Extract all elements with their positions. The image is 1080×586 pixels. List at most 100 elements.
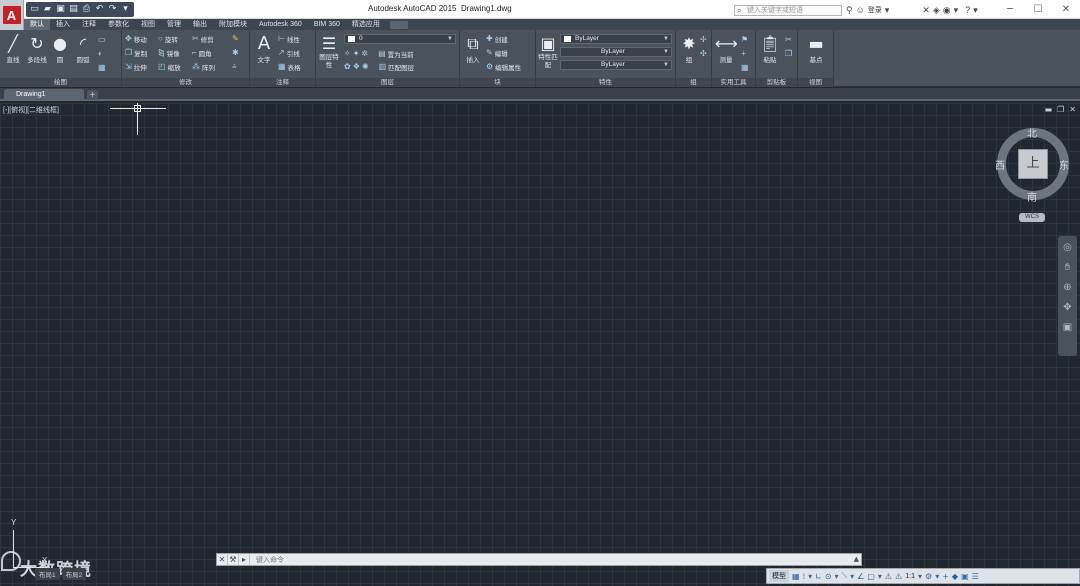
linetype-dropdown[interactable]: ByLayer ▼ xyxy=(560,47,672,57)
panel-title-block[interactable]: 块 xyxy=(460,78,535,87)
new-file-icon[interactable]: ▭ xyxy=(29,4,40,15)
match-properties-tool[interactable]: ▣ 特性匹配 xyxy=(537,34,559,70)
orbit-icon[interactable]: ✥ xyxy=(1061,301,1075,315)
scale-tool[interactable]: ◰ 缩放 xyxy=(158,61,181,72)
text-tool[interactable]: A 文字 xyxy=(253,34,275,65)
base-view-tool[interactable]: ▬ 基点 xyxy=(805,34,827,64)
panel-title-view[interactable]: 视图 xyxy=(798,78,833,87)
erase-tool[interactable]: ✎ xyxy=(232,33,239,44)
ribbon-toggle-button[interactable] xyxy=(389,21,408,29)
command-line[interactable]: ✕ ⚒ ▸ 键入命令 ▲ xyxy=(216,553,862,566)
dropdown-arrow-icon[interactable]: ▾ xyxy=(808,572,812,581)
auto-scale-icon[interactable]: ⚠ xyxy=(895,572,902,581)
application-menu-button[interactable]: A xyxy=(0,0,24,30)
object-snap-icon[interactable]: ▢ xyxy=(867,572,875,581)
exchange-icon[interactable]: ✕ xyxy=(922,5,930,16)
ortho-icon[interactable]: ∟ xyxy=(815,572,822,581)
layer-isolate-icon[interactable]: ✦ xyxy=(353,49,360,58)
dropdown-arrow-icon[interactable]: ▾ xyxy=(935,572,939,581)
panel-title-clipboard[interactable]: 剪贴板 xyxy=(756,78,797,87)
viewport-minimize-icon[interactable]: ▬ xyxy=(1045,105,1053,114)
explode-tool[interactable]: ✱ xyxy=(232,47,239,58)
save-as-icon[interactable]: ▤ xyxy=(68,4,79,15)
command-customize-icon[interactable]: ⚒ xyxy=(228,554,239,565)
command-history-arrow-icon[interactable]: ▲ xyxy=(854,555,859,563)
mirror-tool[interactable]: ⧎ 镜像 xyxy=(158,47,180,58)
tab-output[interactable]: 输出 xyxy=(187,19,213,30)
panel-title-layers[interactable]: 图层 xyxy=(316,78,459,87)
layer-dropdown[interactable]: 0 ▼ xyxy=(344,34,456,44)
compass-west[interactable]: 西 xyxy=(995,157,1005,172)
viewcube-top-face[interactable]: 上 xyxy=(1018,149,1048,179)
offset-tool[interactable]: ⩮ xyxy=(232,61,237,72)
panel-title-groups[interactable]: 组 xyxy=(676,78,711,87)
trim-tool[interactable]: ✂ 修剪 xyxy=(192,33,214,44)
dropdown-arrow-icon[interactable]: ▾ xyxy=(835,572,839,581)
panel-title-utilities[interactable]: 实用工具 xyxy=(712,78,755,87)
panel-title-annotation[interactable]: 注释 xyxy=(250,78,315,87)
stay-connected-icon[interactable]: ◉ xyxy=(943,5,951,16)
layer-off-icon[interactable]: ✧ xyxy=(344,49,351,58)
pan-icon[interactable]: ✋︎ xyxy=(1061,261,1075,275)
save-icon[interactable]: ▣ xyxy=(55,4,66,15)
rectangle-tool[interactable]: ▭ xyxy=(98,34,106,45)
redo-icon[interactable]: ↷ xyxy=(107,4,118,15)
dropdown-arrow-icon[interactable]: ▾ xyxy=(850,572,854,581)
tab-autodesk-360[interactable]: Autodesk 360 xyxy=(253,19,308,30)
quick-select-tool[interactable]: ⚑ xyxy=(741,34,748,45)
paste-tool[interactable]: 📋︎ 粘贴 xyxy=(759,34,781,64)
measure-tool[interactable]: ⟷ 测量 xyxy=(715,34,738,64)
compass-north[interactable]: 北 xyxy=(1027,125,1037,140)
arc-tool[interactable]: ◜ 圆弧 xyxy=(72,34,94,64)
annotation-visibility-icon[interactable]: ⚠ xyxy=(885,572,892,581)
close-icon[interactable]: ✕ xyxy=(1052,0,1080,19)
edit-attributes-tool[interactable]: ⚙ 编辑属性 xyxy=(486,61,521,72)
plus-icon[interactable]: + xyxy=(942,572,949,581)
cut-tool[interactable]: ✂ xyxy=(785,34,792,45)
dropdown-arrow-icon[interactable]: ▾ xyxy=(878,572,882,581)
table-tool[interactable]: ▦ 表格 xyxy=(278,61,301,72)
group-edit-tool[interactable]: ✣ xyxy=(700,48,707,59)
wcs-menu[interactable]: WCS xyxy=(1019,213,1045,222)
create-block-tool[interactable]: ✚ 创建 xyxy=(486,33,508,44)
panel-title-properties[interactable]: 特性 xyxy=(536,78,675,87)
panel-title-modify[interactable]: 修改 xyxy=(122,78,249,87)
edit-block-tool[interactable]: ✎ 编辑 xyxy=(486,47,508,58)
copy-clip-tool[interactable]: ❐ xyxy=(785,48,792,59)
showmotion-icon[interactable]: ▣ xyxy=(1061,321,1075,335)
compass-east[interactable]: 东 xyxy=(1059,157,1069,172)
rotate-tool[interactable]: ○ 旋转 xyxy=(158,33,178,44)
stretch-tool[interactable]: ⇲ 拉伸 xyxy=(125,61,147,72)
annotation-scale[interactable]: 1:1 xyxy=(905,573,915,580)
calculator-tool[interactable]: ▦ xyxy=(741,62,749,73)
layer-properties-tool[interactable]: ☰ 图层特性 xyxy=(318,34,340,70)
panel-title-draw[interactable]: 绘图 xyxy=(0,78,121,87)
tab-home[interactable]: 默认 xyxy=(24,19,50,30)
move-tool[interactable]: ✥ 移动 xyxy=(125,33,147,44)
tab-parametric[interactable]: 参数化 xyxy=(102,19,135,30)
viewcube[interactable]: 上 北 南 东 西 xyxy=(995,125,1071,204)
workspace-gear-icon[interactable]: ⚙ xyxy=(925,572,932,581)
layer-freeze-icon[interactable]: ✲ xyxy=(361,49,368,58)
open-folder-icon[interactable]: ▰ xyxy=(42,4,53,15)
ellipse-tool[interactable]: ◐ xyxy=(98,48,103,59)
color-dropdown[interactable]: ByLayer ▼ xyxy=(560,34,672,44)
tab-addins[interactable]: 附加模块 xyxy=(213,19,253,30)
snap-icon[interactable]: ⁞ xyxy=(803,572,806,581)
match-layer-icon[interactable]: ▥ xyxy=(379,62,387,71)
viewport-controls-label[interactable]: [-][俯视][二维线框] xyxy=(3,105,59,115)
point-tool[interactable]: + xyxy=(741,48,746,59)
minimize-icon[interactable]: ─ xyxy=(996,0,1024,19)
layer-unisolate-icon[interactable]: ❖ xyxy=(353,62,360,71)
steering-wheel-icon[interactable]: ◎ xyxy=(1061,241,1075,255)
dropdown-arrow-icon[interactable]: ▾ xyxy=(973,5,978,16)
model-space-button[interactable]: 模型 xyxy=(769,570,789,582)
new-tab-plus-icon[interactable]: + xyxy=(87,90,98,100)
command-recent-icon[interactable]: ▸ xyxy=(239,554,250,565)
zoom-extents-icon[interactable]: ⊕ xyxy=(1061,281,1075,295)
leader-tool[interactable]: ↗ 引线 xyxy=(278,47,300,58)
clean-screen-icon[interactable]: ☰ xyxy=(972,572,979,581)
dropdown-arrow-icon[interactable]: ▾ xyxy=(120,4,131,15)
tab-annotate[interactable]: 注释 xyxy=(76,19,102,30)
grid-icon[interactable]: ▦ xyxy=(792,572,800,581)
